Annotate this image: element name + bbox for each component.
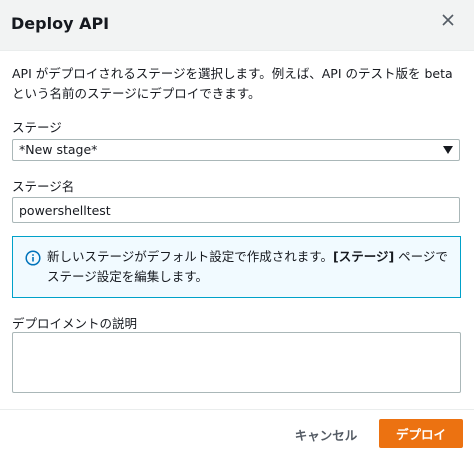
info-text-stage-link: [ステージ] [333,249,395,264]
dialog-title: Deploy API [11,14,110,33]
close-icon [442,14,454,26]
deploy-button[interactable]: デプロイ [379,419,463,448]
deployment-description-textarea[interactable] [12,332,461,393]
info-icon [25,250,41,266]
stage-select[interactable]: *New stage* [12,139,460,161]
close-button[interactable] [436,8,460,32]
caret-down-icon [443,146,453,154]
cancel-button[interactable]: キャンセル [282,421,370,447]
stage-label: ステージ [12,120,62,135]
dialog-header: Deploy API [0,0,474,51]
info-message: 新しいステージがデフォルト設定で作成されます。[ステージ] ページでステージ設定… [47,247,453,287]
stage-name-label: ステージ名 [12,179,75,194]
info-alert: 新しいステージがデフォルト設定で作成されます。[ステージ] ページでステージ設定… [12,236,461,298]
deploy-api-dialog: Deploy API API がデプロイされるステージを選択します。例えば、AP… [0,0,474,453]
dialog-description: API がデプロイされるステージを選択します。例えば、API のテスト版を be… [12,66,453,101]
stage-select-value: *New stage* [19,142,98,157]
info-text-main: 新しいステージがデフォルト設定で作成されます。 [47,249,334,264]
stage-name-input[interactable] [12,197,460,223]
deployment-description-label: デプロイメントの説明 [12,316,138,331]
footer-divider [0,409,474,410]
